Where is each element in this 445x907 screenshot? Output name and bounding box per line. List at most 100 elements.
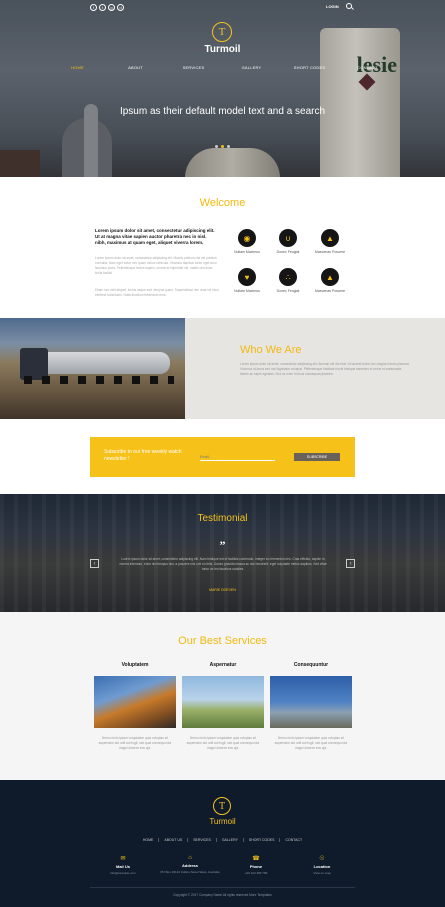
google-plus-icon[interactable]: g — [108, 4, 115, 11]
testimonial-background — [0, 494, 445, 612]
truck-tanker — [28, 352, 170, 374]
footer-nav-gallery[interactable]: GALLERY — [217, 838, 244, 842]
service-text: Nemo enim ipsam voluptatem quia voluptas… — [98, 736, 172, 750]
feature-label: Nullam Maximus — [234, 250, 260, 254]
services-section: Our Best Services Voluptatem Nemo enim i… — [0, 612, 445, 780]
footer-info-value: PO Box 16122 Collins Street West, Austra… — [160, 870, 220, 874]
feature-item: ▲ Maecenas Posuere — [310, 229, 350, 254]
feature-item: ◉ Nullam Maximus — [227, 229, 267, 254]
footer-brand[interactable]: Turmoil — [0, 817, 445, 826]
service-text: Nemo enim ipsam voluptatem quia voluptas… — [186, 736, 260, 750]
nav-home[interactable]: HOME — [49, 65, 107, 70]
footer-info-location: ☉ Location View on map — [287, 855, 357, 875]
hero-caption: Ipsum as their default model text and a … — [119, 106, 326, 117]
feature-label: Maecenas Posuere — [314, 250, 346, 254]
phone-icon: ☎ — [252, 856, 260, 862]
copyright: Copyright © 2017 Company Name All rights… — [173, 893, 272, 897]
feature-label: Donec Feugiat — [276, 289, 300, 293]
footer-nav-short-codes[interactable]: SHORT CODES — [244, 838, 281, 842]
globe-icon: ☉ — [319, 856, 325, 862]
service-title: Voluptatem — [121, 662, 149, 668]
slider-dot[interactable] — [215, 145, 218, 148]
slider-dots — [0, 145, 445, 148]
magnet-icon: ∪ — [279, 229, 297, 247]
service-card: Consequuntur Nemo enim ipsam voluptatem … — [270, 662, 352, 751]
feature-label: Maecenas Posuere — [314, 289, 346, 293]
testimonial-author: MARIE DOEVEN — [209, 588, 236, 592]
testimonial-title: Testimonial — [197, 513, 248, 524]
search-icon[interactable] — [346, 3, 352, 9]
social-links: f t g d — [90, 4, 124, 11]
feature-label: Donec Feugiat — [276, 250, 300, 254]
truck-wheels — [24, 376, 174, 384]
feature-label: Nullam Maximus — [234, 289, 260, 293]
home-icon: ⌂ — [188, 855, 192, 861]
twitter-icon[interactable]: t — [99, 4, 106, 11]
main-nav: HOME ABOUT SERVICES GALLERY SHORT CODES … — [0, 65, 445, 70]
welcome-section: Welcome Lorem ipsum dolor sit amet, cons… — [0, 177, 445, 318]
service-card: Aspernatur Nemo enim ipsam voluptatem qu… — [182, 662, 264, 751]
feature-item: ∴ Donec Feugiat — [268, 268, 308, 293]
feature-item: ▲ Maecenas Posuere — [310, 268, 350, 293]
logo-mark[interactable]: T — [212, 22, 232, 42]
service-image[interactable] — [94, 676, 176, 728]
testimonial-text: Lorem ipsum dolor sit amet, consectetur … — [119, 557, 327, 571]
footer-nav-contact[interactable]: CONTACT — [280, 838, 307, 842]
footer-logo-mark[interactable]: T — [213, 797, 231, 815]
feature-item: ♥ Nullam Maximus — [227, 268, 267, 293]
mail-icon: ✉ — [120, 856, 126, 862]
slider-dot[interactable] — [227, 145, 230, 148]
service-title: Consequuntur — [293, 662, 329, 668]
service-card: Voluptatem Nemo enim ipsam voluptatem qu… — [94, 662, 176, 751]
paw-icon: ∴ — [279, 268, 297, 286]
footer-info-value: +00 123 456 789 — [244, 871, 268, 875]
service-title: Aspernatur — [209, 662, 237, 668]
nav-gallery[interactable]: GALLERY — [223, 65, 281, 70]
footer-info-value[interactable]: View on map — [287, 871, 357, 875]
newsletter-email-input[interactable] — [200, 453, 275, 461]
footer-nav-services[interactable]: SERVICES — [188, 838, 217, 842]
heart-icon: ♥ — [238, 268, 256, 286]
footer-info-title: Address — [181, 863, 198, 868]
slider-dot-active[interactable] — [221, 145, 224, 148]
welcome-paragraph: Etiam nec velit aliquet, luctus neque se… — [95, 288, 219, 297]
footer-nav-about[interactable]: ABOUT US — [159, 838, 189, 842]
testimonial-section — [0, 494, 445, 612]
service-image[interactable] — [182, 676, 264, 728]
nav-about[interactable]: ABOUT — [107, 65, 165, 70]
subscribe-button[interactable]: SUBSCRIBE — [294, 453, 340, 461]
brand-name[interactable]: Turmoil — [0, 44, 445, 55]
service-image[interactable] — [270, 676, 352, 728]
nav-short-codes[interactable]: SHORT CODES — [281, 65, 339, 70]
footer-info-title: Mail Us — [115, 864, 130, 869]
welcome-lead: Lorem ipsum dolor sit amet, consectetur … — [95, 228, 215, 245]
services-title: Our Best Services — [178, 635, 267, 647]
footer-nav: HOME ABOUT US SERVICES GALLERY SHORT COD… — [0, 838, 445, 842]
login-link[interactable]: LOGIN — [326, 4, 339, 9]
service-text: Nemo enim ipsam voluptatem quia voluptas… — [274, 736, 348, 750]
footer-info-address: ⌂ Address PO Box 16122 Collins Street We… — [155, 855, 225, 874]
chevron-right-icon[interactable]: › — [346, 559, 355, 568]
footer-info-title: Phone — [249, 864, 263, 869]
target-icon: ◉ — [238, 229, 256, 247]
welcome-title: Welcome — [199, 197, 246, 209]
footer-info-title: Location — [313, 864, 331, 869]
newsletter-box: Subscribe to our free weekly watch newsl… — [90, 437, 355, 477]
nav-contact[interactable]: CONTACT — [339, 65, 397, 70]
nav-services[interactable]: SERVICES — [165, 65, 223, 70]
who-we-are-title: Who We Are — [240, 344, 302, 356]
feature-item: ∪ Donec Feugiat — [268, 229, 308, 254]
welcome-paragraph: Lorem ipsum dolor sit amet, consectetur … — [95, 256, 217, 275]
quote-icon: ” — [219, 538, 226, 552]
footer-nav-home[interactable]: HOME — [138, 838, 160, 842]
newsletter-label: Subscribe to our free weekly watch newsl… — [104, 449, 182, 462]
chevron-left-icon[interactable]: ‹ — [90, 559, 99, 568]
facebook-icon[interactable]: f — [90, 4, 97, 11]
footer-info-mail: ✉ Mail Us info@example.com — [88, 855, 158, 875]
who-we-are-text: Lorem ipsum dolor sit amet, consectetur … — [240, 362, 410, 376]
footer-info-value[interactable]: info@example.com — [88, 871, 158, 875]
footer-divider — [90, 887, 355, 888]
bell-icon: ▲ — [321, 229, 339, 247]
bell-icon: ▲ — [321, 268, 339, 286]
dribbble-icon[interactable]: d — [117, 4, 124, 11]
